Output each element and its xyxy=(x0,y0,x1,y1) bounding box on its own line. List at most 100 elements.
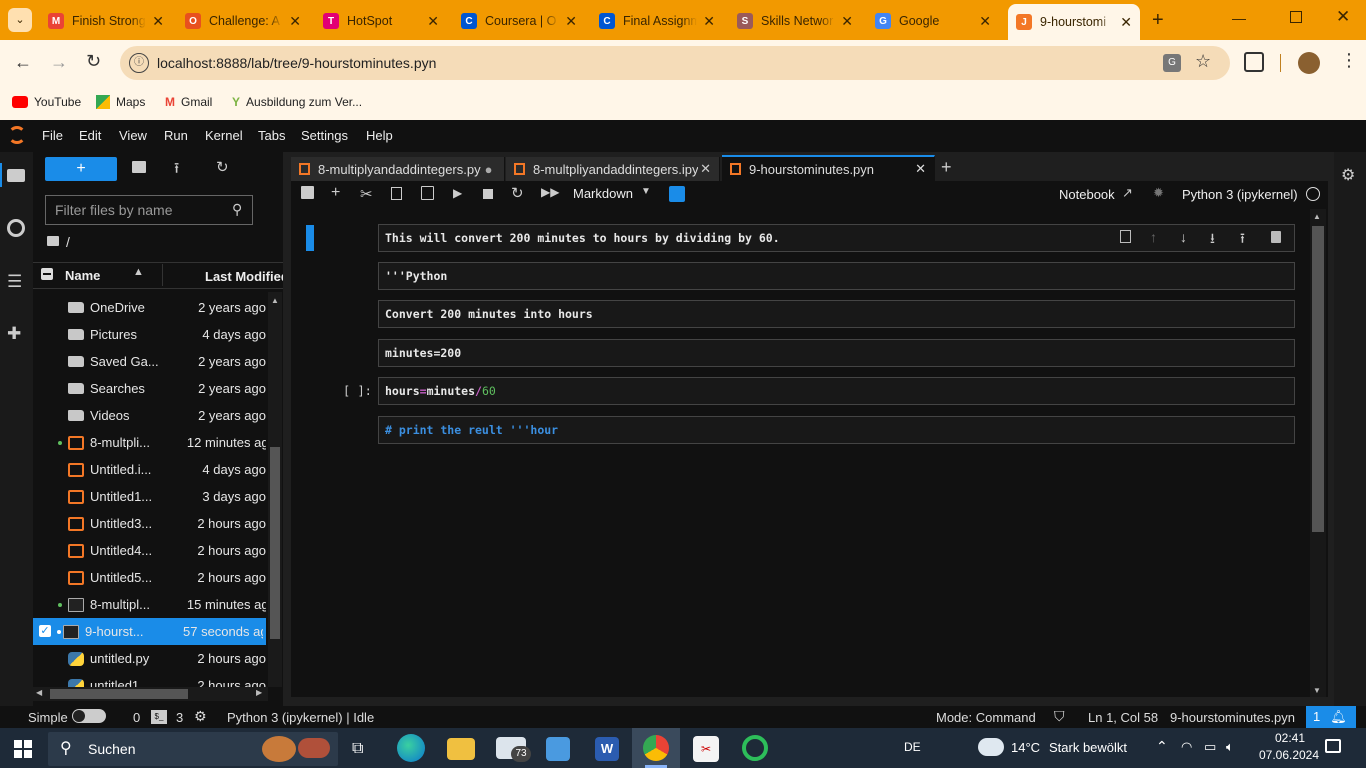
volume-icon[interactable]: 🔈︎ xyxy=(1226,739,1234,755)
file-explorer-icon[interactable] xyxy=(447,738,475,760)
battery-icon[interactable]: ▭ xyxy=(1204,739,1216,755)
chevron-down-icon[interactable]: ▼ xyxy=(641,186,651,197)
file-list-item[interactable]: 8-multipl... 15 minutes ago xyxy=(38,591,266,618)
property-inspector-icon[interactable] xyxy=(669,186,685,202)
close-tab-icon[interactable]: ✕ xyxy=(152,13,164,30)
minimize-button[interactable]: — xyxy=(1232,10,1246,26)
file-list-item[interactable]: Untitled3... 2 hours ago xyxy=(38,510,266,537)
move-down-icon[interactable]: ↓ xyxy=(1180,229,1187,245)
site-info-icon[interactable]: ⓘ xyxy=(129,53,149,73)
hscroll-thumb[interactable] xyxy=(50,689,188,699)
profile-avatar[interactable] xyxy=(1298,52,1320,74)
close-tab-icon[interactable]: ✕ xyxy=(1120,14,1132,31)
cell-type-select[interactable]: Markdown xyxy=(573,186,633,201)
browser-tab[interactable]: C Coursera | O ✕ xyxy=(453,6,585,36)
file-list-item[interactable]: Untitled.i... 4 days ago xyxy=(38,456,266,483)
file-list-item[interactable]: 8-multpli... 12 minutes ago xyxy=(38,429,266,456)
close-tab-icon[interactable]: ✕ xyxy=(289,13,301,30)
clock-date[interactable]: 07.06.2024 xyxy=(1254,748,1324,762)
column-name[interactable]: Name xyxy=(65,268,100,283)
external-link-icon[interactable]: ↗ xyxy=(1122,185,1133,201)
browser-tab[interactable]: T HotSpot ✕ xyxy=(315,6,447,36)
menu-settings[interactable]: Settings xyxy=(301,128,348,143)
bookmark-youtube[interactable]: YouTube xyxy=(12,92,81,112)
add-tab-button[interactable]: + xyxy=(941,157,952,178)
chrome-icon[interactable] xyxy=(643,735,669,761)
tab-search-button[interactable]: ⌄ xyxy=(8,8,32,32)
insert-below-icon[interactable]: ⭱ xyxy=(1240,228,1245,252)
stop-icon[interactable] xyxy=(483,189,493,199)
browser-tab[interactable]: J 9-hourstomi ✕ xyxy=(1008,4,1140,40)
browser-tab[interactable]: S Skills Networ ✕ xyxy=(729,6,861,36)
kernel-name[interactable]: Python 3 (ipykernel) xyxy=(1182,187,1298,202)
cut-icon[interactable]: ✂ xyxy=(360,185,373,203)
insert-cell-icon[interactable]: + xyxy=(331,184,340,202)
file-list-item[interactable]: OneDrive 2 years ago xyxy=(38,294,266,321)
move-up-icon[interactable]: ↑ xyxy=(1150,229,1157,245)
windows-start-icon[interactable] xyxy=(14,740,32,758)
fast-forward-icon[interactable]: ▶▶ xyxy=(541,185,559,199)
markdown-cell[interactable]: This will convert 200 minutes to hours b… xyxy=(378,224,1295,252)
back-icon[interactable]: ← xyxy=(14,52,32,73)
wifi-icon[interactable]: ◠ xyxy=(1181,739,1192,755)
notebook-link[interactable]: Notebook xyxy=(1059,187,1115,202)
gear-icon[interactable]: ✹ xyxy=(1153,185,1164,201)
weather-cloud-icon[interactable] xyxy=(978,738,1004,756)
folder-icon[interactable] xyxy=(7,169,25,182)
duplicate-cell-icon[interactable] xyxy=(1120,230,1131,243)
weather-text[interactable]: Stark bewölkt xyxy=(1049,740,1127,755)
save-icon[interactable] xyxy=(301,186,314,199)
menu-view[interactable]: View xyxy=(119,128,147,143)
bookmark-ausbildung[interactable]: Y Ausbildung zum Ver... xyxy=(232,92,362,112)
extensions-puzzle-icon[interactable]: ✚ xyxy=(7,324,21,344)
file-list-item[interactable]: Untitled5... 2 hours ago xyxy=(38,564,266,591)
edge-icon[interactable] xyxy=(397,734,425,762)
upload-icon[interactable]: ⭱ xyxy=(174,158,179,183)
select-all-checkbox[interactable] xyxy=(41,268,53,280)
menu-tabs[interactable]: Tabs xyxy=(258,128,285,143)
store-icon[interactable] xyxy=(546,737,570,761)
bookmark-gmail[interactable]: M Gmail xyxy=(165,92,212,112)
clock-time[interactable]: 02:41 xyxy=(1262,731,1318,745)
kernel-status[interactable]: Python 3 (ipykernel) | Idle xyxy=(227,710,374,725)
notifications-button[interactable]: 1 🔔︎ xyxy=(1306,706,1356,728)
url-text[interactable]: localhost:8888/lab/tree/9-hourstominutes… xyxy=(157,55,436,71)
close-tab-icon[interactable]: ✕ xyxy=(915,161,926,177)
simple-mode-toggle[interactable] xyxy=(72,709,106,723)
scroll-right-icon[interactable]: ▶ xyxy=(256,688,262,697)
file-list-scroll-thumb[interactable] xyxy=(270,447,280,639)
forward-icon[interactable]: → xyxy=(50,52,68,73)
file-list-item[interactable]: Untitled1... 3 days ago xyxy=(38,483,266,510)
restore-button[interactable] xyxy=(1290,11,1302,23)
close-tab-icon[interactable]: ✕ xyxy=(565,13,577,30)
markdown-cell[interactable]: Convert 200 minutes into hours xyxy=(378,300,1295,328)
reload-icon[interactable]: ↻ xyxy=(86,51,101,72)
close-tab-icon[interactable]: ✕ xyxy=(703,13,715,30)
new-tab-button[interactable]: + xyxy=(1152,8,1172,32)
notification-center-icon[interactable] xyxy=(1325,739,1341,753)
browser-tab[interactable]: O Challenge: A ✕ xyxy=(177,6,309,36)
new-folder-icon[interactable] xyxy=(132,161,146,173)
property-inspector-gear-icon[interactable]: ⚙ xyxy=(1341,165,1355,185)
file-list-item[interactable]: Saved Ga... 2 years ago xyxy=(38,348,266,375)
file-list-item[interactable]: untitled.py 2 hours ago xyxy=(38,645,266,672)
tray-chevron-icon[interactable]: ⌃ xyxy=(1156,738,1168,755)
shield-check-icon[interactable]: ⛉ xyxy=(1054,708,1065,725)
scroll-left-icon[interactable]: ◀ xyxy=(36,688,42,697)
browser-tab[interactable]: G Google ✕ xyxy=(867,6,999,36)
delete-cell-icon[interactable] xyxy=(1271,231,1281,243)
insert-above-icon[interactable]: ⭳ xyxy=(1210,228,1215,252)
running-icon[interactable] xyxy=(7,219,25,237)
browser-tab[interactable]: C Final Assignm ✕ xyxy=(591,6,723,36)
chrome-menu-icon[interactable]: ⋮ xyxy=(1340,50,1358,71)
scroll-up-icon[interactable]: ▲ xyxy=(1313,212,1321,221)
menu-edit[interactable]: Edit xyxy=(79,128,101,143)
row-checkbox[interactable]: ✓ xyxy=(39,625,51,637)
file-list-item[interactable]: Videos 2 years ago xyxy=(38,402,266,429)
task-view-icon[interactable]: ⧉ xyxy=(352,740,363,758)
markdown-cell[interactable]: '''Python xyxy=(378,262,1295,290)
menu-run[interactable]: Run xyxy=(164,128,188,143)
file-list-item[interactable]: Pictures 4 days ago xyxy=(38,321,266,348)
file-list-item[interactable]: Searches 2 years ago xyxy=(38,375,266,402)
file-list-item[interactable]: Untitled4... 2 hours ago xyxy=(38,537,266,564)
